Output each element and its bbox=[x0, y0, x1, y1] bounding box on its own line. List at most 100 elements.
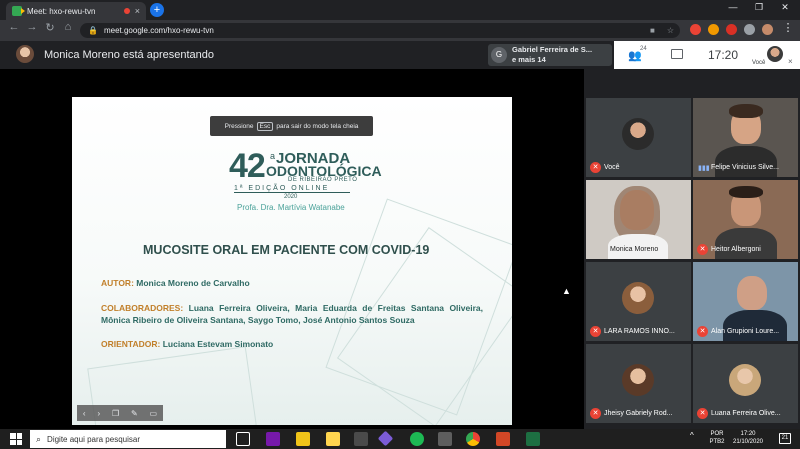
slide-advisor: ORIENTADOR: Luciana Estevam Simonato bbox=[101, 339, 274, 349]
tray-chevron-icon[interactable]: ^ bbox=[690, 431, 694, 440]
event-logo-year: 2020 bbox=[284, 194, 298, 200]
url-text: meet.google.com/hxo-rewu-tvn bbox=[103, 26, 214, 35]
task-view-icon[interactable] bbox=[236, 432, 250, 446]
mouse-cursor-icon: ▲ bbox=[562, 286, 571, 296]
participant-tile[interactable]: Monica Moreno bbox=[586, 180, 691, 259]
screen-icon[interactable]: ▭ bbox=[150, 409, 158, 418]
kebab-menu-icon[interactable]: ⋮ bbox=[780, 21, 796, 34]
slide-title: MUCOSITE ORAL EM PACIENTE COM COVID-19 bbox=[143, 243, 430, 257]
tab-close-icon[interactable]: × bbox=[135, 6, 140, 16]
next-slide-icon[interactable]: › bbox=[97, 409, 100, 418]
participant-video bbox=[737, 276, 767, 310]
notification-center-icon[interactable]: 21 bbox=[779, 433, 791, 444]
participant-name: LARA RAMOS INNO... bbox=[604, 328, 675, 335]
participant-tile[interactable]: ▮▮▮ Felipe Vinicius Silve... bbox=[693, 98, 798, 177]
participant-name: Você bbox=[604, 164, 620, 171]
meet-clock: 17:20 bbox=[708, 48, 739, 62]
search-icon: ⌕ bbox=[36, 433, 42, 444]
pen-icon[interactable]: ✎ bbox=[131, 409, 138, 418]
notification-text: Gabriel Ferreira de S... e mais 14 bbox=[512, 45, 593, 64]
recording-dot-icon bbox=[123, 8, 130, 14]
presentation-slide bbox=[72, 97, 512, 425]
participant-tile[interactable]: ✕ Luana Ferreira Olive... bbox=[693, 344, 798, 423]
self-view-close-icon[interactable]: × bbox=[788, 57, 793, 66]
slide-collaborators: COLABORADORES: Luana Ferreira Oliveira, … bbox=[101, 303, 483, 325]
browser-tab[interactable]: Meet: hxo-rewu-tvn × bbox=[6, 2, 146, 20]
participant-tile[interactable]: ✕ Alan Grupioni Loure... bbox=[693, 262, 798, 341]
reload-icon[interactable]: ↻ bbox=[42, 21, 58, 34]
muted-mic-icon: ✕ bbox=[590, 408, 601, 419]
forward-icon[interactable]: → bbox=[24, 21, 40, 33]
participant-tile[interactable]: ✕ LARA RAMOS INNO... bbox=[586, 262, 691, 341]
event-logo-edition: 1ª EDIÇÃO ONLINE bbox=[234, 185, 330, 192]
speaking-icon: ▮▮▮ bbox=[698, 165, 710, 172]
event-logo-superscript: a bbox=[270, 151, 276, 161]
slide-author: AUTOR: Monica Moreno de Carvalho bbox=[101, 278, 250, 288]
star-icon[interactable]: ☆ bbox=[667, 26, 674, 35]
onenote-icon[interactable] bbox=[266, 432, 280, 446]
presenter-avatar bbox=[16, 45, 34, 63]
participant-name: Felipe Vinicius Silve... bbox=[711, 164, 779, 171]
maximize-button[interactable]: ❐ bbox=[746, 2, 772, 13]
participant-avatar bbox=[622, 118, 654, 150]
esc-key: Esc bbox=[256, 121, 274, 131]
muted-mic-icon: ✕ bbox=[697, 408, 708, 419]
muted-mic-icon: ✕ bbox=[697, 326, 708, 337]
event-logo-rule bbox=[234, 192, 350, 193]
self-label: Você bbox=[752, 60, 766, 66]
participant-tile[interactable]: ✕ Heitor Albergoni bbox=[693, 180, 798, 259]
muted-mic-icon: ✕ bbox=[590, 326, 601, 337]
minimize-button[interactable]: — bbox=[720, 2, 746, 12]
participant-tile[interactable]: ✕ Jheisy Gabriely Rod... bbox=[586, 344, 691, 423]
participant-video bbox=[715, 228, 777, 259]
participant-name: Monica Moreno bbox=[610, 246, 659, 253]
home-icon[interactable]: ⌂ bbox=[60, 21, 76, 33]
back-icon[interactable]: ← bbox=[6, 21, 22, 33]
notification-avatar: G bbox=[491, 47, 507, 63]
sticky-notes-icon[interactable] bbox=[326, 432, 340, 446]
app-icon[interactable] bbox=[438, 432, 452, 446]
chrome-icon[interactable] bbox=[466, 432, 480, 446]
participant-name: Heitor Albergoni bbox=[711, 246, 761, 253]
participant-avatar bbox=[729, 364, 761, 396]
event-logo-city: DE RIBEIRÃO PRETO bbox=[288, 177, 358, 183]
participant-tile[interactable]: ✕ Você bbox=[586, 98, 691, 177]
new-tab-button[interactable]: + bbox=[150, 3, 164, 17]
event-logo-number: 42 bbox=[229, 147, 266, 185]
puzzle-icon[interactable] bbox=[744, 24, 755, 35]
participant-video bbox=[723, 310, 787, 341]
windows-start-icon[interactable] bbox=[10, 433, 22, 445]
camera-icon[interactable]: ■ bbox=[650, 26, 655, 35]
excel-icon[interactable] bbox=[526, 432, 540, 446]
copy-icon[interactable]: ❐ bbox=[112, 409, 119, 418]
people-count: 24 bbox=[640, 46, 647, 52]
participant-name: Luana Ferreira Olive... bbox=[711, 410, 781, 417]
participant-video bbox=[729, 104, 763, 118]
taskbar-search-input[interactable]: ⌕ Digite aqui para pesquisar bbox=[30, 430, 226, 448]
presenter-status: Monica Moreno está apresentando bbox=[44, 49, 214, 61]
app-icon[interactable] bbox=[354, 432, 368, 446]
powerpoint-icon[interactable] bbox=[496, 432, 510, 446]
extension-icon[interactable] bbox=[726, 24, 737, 35]
profile-avatar[interactable] bbox=[762, 24, 773, 35]
taskbar-clock[interactable]: 17:20 21/10/2020 bbox=[726, 430, 770, 446]
file-explorer-icon[interactable] bbox=[296, 432, 310, 446]
spotify-icon[interactable] bbox=[410, 432, 424, 446]
participant-avatar bbox=[622, 364, 654, 396]
chat-icon[interactable] bbox=[671, 49, 683, 59]
input-language[interactable]: POR PTB2 bbox=[706, 430, 728, 446]
lock-icon: 🔒 bbox=[88, 26, 98, 35]
muted-mic-icon: ✕ bbox=[697, 244, 708, 255]
self-avatar[interactable] bbox=[767, 46, 783, 62]
extension-icon[interactable] bbox=[708, 24, 719, 35]
join-notification[interactable]: G Gabriel Ferreira de S... e mais 14 bbox=[488, 44, 612, 66]
fullscreen-exit-hint: Pressione Esc para sair do modo tela che… bbox=[210, 116, 373, 136]
participant-video bbox=[729, 186, 763, 198]
participant-video bbox=[715, 146, 777, 177]
window-close-button[interactable]: ✕ bbox=[772, 2, 798, 13]
tab-title: Meet: hxo-rewu-tvn bbox=[27, 6, 96, 16]
extension-icon[interactable] bbox=[690, 24, 701, 35]
event-logo-honoree: Profa. Dra. Martívia Watanabe bbox=[237, 203, 345, 212]
address-bar[interactable]: 🔒 meet.google.com/hxo-rewu-tvn ■ ☆ bbox=[80, 23, 680, 38]
previous-slide-icon[interactable]: ‹ bbox=[83, 409, 86, 418]
